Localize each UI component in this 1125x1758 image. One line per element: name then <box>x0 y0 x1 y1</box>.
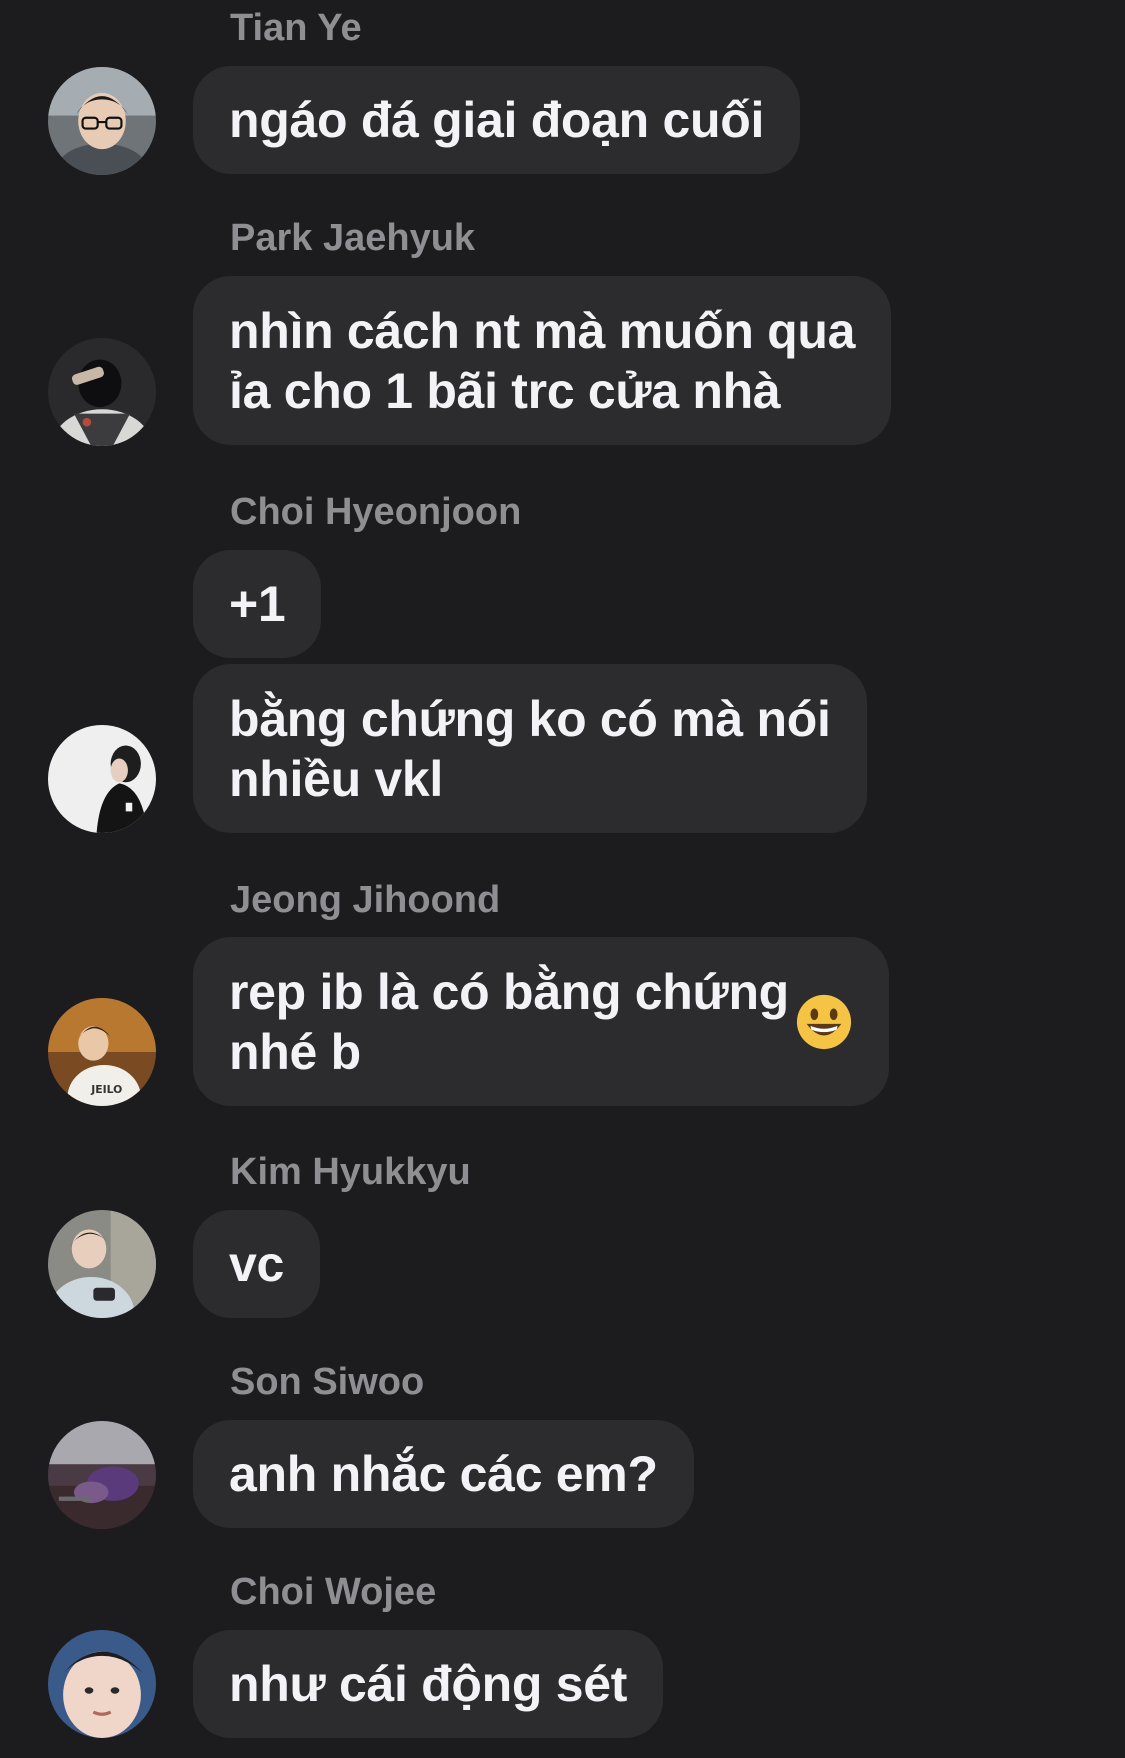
message-bubble[interactable]: nhìn cách nt mà muốn qua ỉa cho 1 bãi tr… <box>193 276 892 445</box>
sender-name: Son Siwoo <box>230 1361 425 1403</box>
message-bubble[interactable]: +1 <box>193 550 322 658</box>
sender-name: Park Jaehyuk <box>230 217 476 259</box>
sender-name: Choi Hyeonjoon <box>230 491 522 533</box>
message-bubble[interactable]: ngáo đá giai đoạn cuối <box>193 66 801 174</box>
message-text: nhìn cách nt mà muốn qua ỉa cho 1 bãi tr… <box>229 302 856 419</box>
message-text: rep ib là có bằng chứng nhé b <box>229 963 789 1080</box>
sender-name: Choi Wojee <box>230 1571 437 1613</box>
sender-name: Tian Ye <box>230 7 362 49</box>
grinning-face-icon <box>796 994 851 1049</box>
message-text: anh nhắc các em? <box>229 1446 658 1502</box>
message-text: vc <box>229 1236 285 1292</box>
avatar[interactable] <box>48 1421 156 1529</box>
sender-name: Jeong Jihoond <box>230 879 501 921</box>
message-bubble[interactable]: vc <box>193 1210 321 1318</box>
svg-text:JEILO: JEILO <box>90 1083 122 1096</box>
avatar[interactable] <box>48 338 156 446</box>
avatar[interactable] <box>48 1630 156 1738</box>
message-text: +1 <box>229 576 286 632</box>
message-text: như cái động sét <box>229 1656 628 1712</box>
message-bubble[interactable]: rep ib là có bằng chứng nhé b <box>193 937 889 1106</box>
avatar[interactable]: JEILO <box>48 998 156 1106</box>
message-bubble[interactable]: như cái động sét <box>193 1630 664 1738</box>
avatar[interactable] <box>48 725 156 833</box>
message-text: bằng chứng ko có mà nói nhiều vkl <box>229 690 831 807</box>
message-bubble[interactable]: bằng chứng ko có mà nói nhiều vkl <box>193 664 867 833</box>
sender-name: Kim Hyukkyu <box>230 1151 471 1193</box>
message-bubble[interactable]: anh nhắc các em? <box>193 1420 694 1528</box>
avatar[interactable] <box>48 1210 156 1318</box>
message-text: ngáo đá giai đoạn cuối <box>229 92 765 148</box>
avatar[interactable] <box>48 67 156 175</box>
